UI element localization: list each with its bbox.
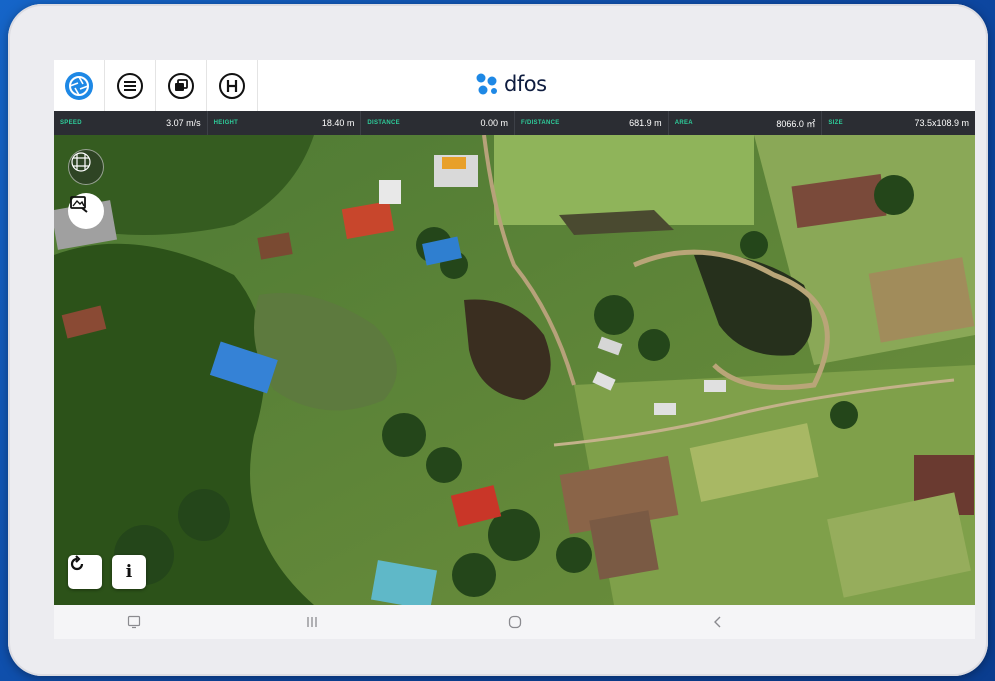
screenshot-icon xyxy=(127,615,141,629)
telemetry-label: SIZE xyxy=(828,120,843,126)
camera-button[interactable] xyxy=(54,60,105,111)
aerial-map-view[interactable]: i xyxy=(54,135,975,605)
map-grid-icon xyxy=(71,152,91,172)
tablet-frame: dfos SPEED 3.07 m/s HEIGHT 18.40 m DISTA… xyxy=(8,4,988,676)
brand-logo: dfos xyxy=(474,72,547,96)
info-button[interactable]: i xyxy=(112,555,146,589)
refresh-button[interactable] xyxy=(68,555,102,589)
map-type-button[interactable] xyxy=(68,149,104,185)
telemetry-value: 18.40 m xyxy=(321,118,355,128)
info-icon: i xyxy=(125,562,133,582)
telemetry-f-distance: F/DISTANCE 681.9 m xyxy=(515,111,669,135)
brand-name: dfos xyxy=(504,72,547,96)
aerial-imagery xyxy=(54,135,975,605)
back-nav-button[interactable] xyxy=(710,614,726,630)
recents-nav-button[interactable] xyxy=(304,614,320,630)
refresh-icon xyxy=(70,555,84,571)
home-circle-icon xyxy=(508,615,522,629)
telemetry-value: 3.07 m/s xyxy=(166,118,201,128)
telemetry-label: SPEED xyxy=(60,120,82,126)
screenshot-nav-button[interactable] xyxy=(126,614,142,630)
waypoint-button[interactable] xyxy=(68,193,104,229)
home-point-button[interactable] xyxy=(207,60,258,111)
telemetry-value: 73.5x108.9 m xyxy=(914,118,970,128)
telemetry-value: 0.00 m xyxy=(480,118,509,128)
telemetry-label: HEIGHT xyxy=(213,120,239,126)
telemetry-label: F/DISTANCE xyxy=(521,120,560,126)
telemetry-distance: DISTANCE 0.00 m xyxy=(361,111,516,135)
recents-icon xyxy=(307,617,317,627)
camera-shutter-icon xyxy=(65,71,93,100)
dfos-logo-icon xyxy=(476,73,497,95)
telemetry-size: SIZE 73.5x108.9 m xyxy=(822,111,975,135)
image-edit-icon xyxy=(70,196,88,213)
back-chevron-icon xyxy=(714,616,721,628)
telemetry-bar: SPEED 3.07 m/s HEIGHT 18.40 m DISTANCE 0… xyxy=(54,111,975,135)
telemetry-value: 8066.0 ㎡ xyxy=(776,118,816,129)
telemetry-label: AREA xyxy=(674,120,693,126)
telemetry-height: HEIGHT 18.40 m xyxy=(208,111,362,135)
telemetry-area: AREA 8066.0 ㎡ xyxy=(669,111,823,135)
layers-icon xyxy=(168,72,194,99)
home-nav-button[interactable] xyxy=(507,614,523,630)
telemetry-value: 681.9 m xyxy=(629,118,662,128)
system-navigation-bar xyxy=(54,605,975,639)
telemetry-speed: SPEED 3.07 m/s xyxy=(54,111,208,135)
home-point-icon xyxy=(219,72,245,99)
menu-button[interactable] xyxy=(105,60,156,111)
app-screen: dfos SPEED 3.07 m/s HEIGHT 18.40 m DISTA… xyxy=(54,60,975,639)
top-toolbar: dfos xyxy=(54,60,975,111)
telemetry-label: DISTANCE xyxy=(367,120,400,126)
menu-list-icon xyxy=(117,72,143,99)
layers-button[interactable] xyxy=(156,60,207,111)
